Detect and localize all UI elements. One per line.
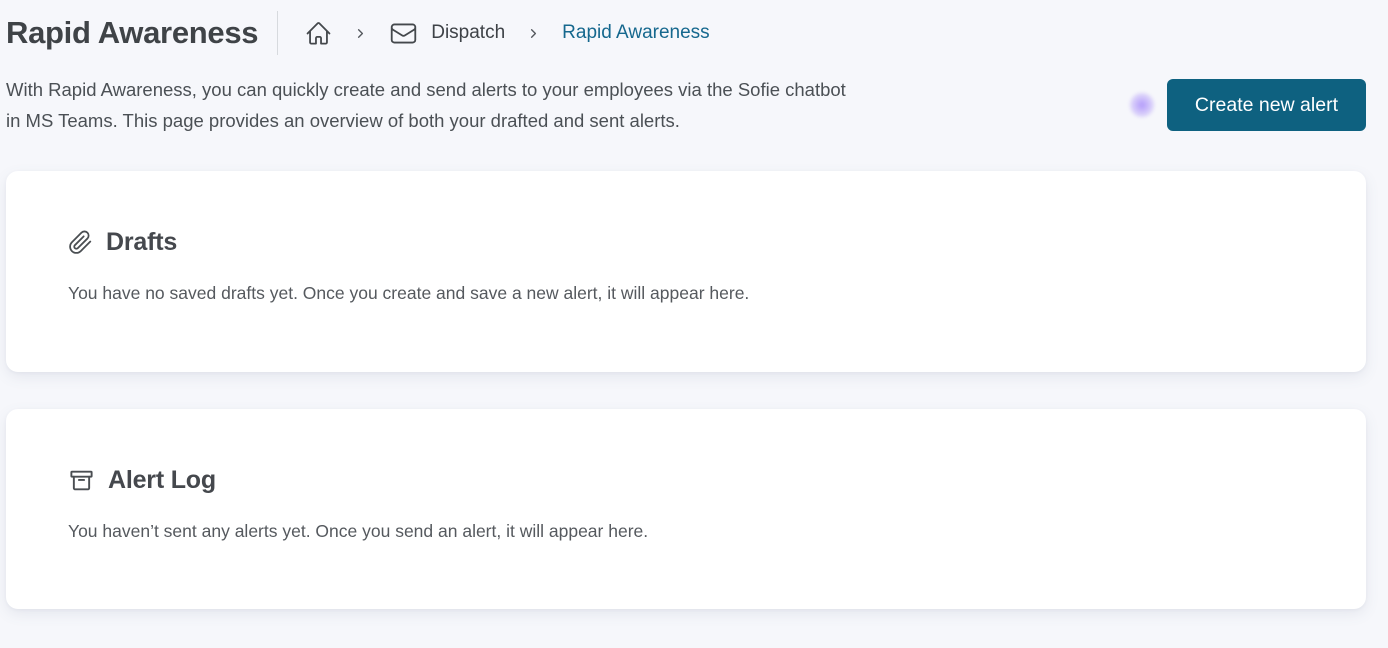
intro-actions: Create new alert xyxy=(1128,79,1366,131)
drafts-card-title: Drafts xyxy=(106,228,178,256)
page-title: Rapid Awareness xyxy=(6,15,259,50)
drafts-empty-state-text: You have no saved drafts yet. Once you c… xyxy=(68,283,750,303)
chevron-right-icon xyxy=(353,26,368,41)
alert-log-card-title: Alert Log xyxy=(108,466,216,494)
breadcrumb-item-current[interactable]: Rapid Awareness xyxy=(562,22,710,44)
page-header: Rapid Awareness Dispatch Rapid Awareness xyxy=(0,0,1388,58)
intro-section: With Rapid Awareness, you can quickly cr… xyxy=(0,74,1388,136)
breadcrumb-item-home[interactable] xyxy=(305,20,332,47)
drafts-card-header: Drafts xyxy=(68,228,1326,257)
breadcrumb-label-dispatch: Dispatch xyxy=(431,22,506,43)
cursor-highlight-dot xyxy=(1128,92,1155,118)
drafts-card: Drafts You have no saved drafts yet. Onc… xyxy=(6,171,1366,372)
breadcrumb-label-current: Rapid Awareness xyxy=(562,22,710,43)
alert-log-empty-state-text: You haven’t sent any alerts yet. Once yo… xyxy=(68,521,649,541)
chevron-right-icon xyxy=(526,26,541,41)
alert-log-card: Alert Log You haven’t sent any alerts ye… xyxy=(6,409,1366,609)
alert-log-card-header: Alert Log xyxy=(68,466,1326,495)
page-description: With Rapid Awareness, you can quickly cr… xyxy=(6,79,846,131)
home-icon xyxy=(305,20,332,47)
create-new-alert-button[interactable]: Create new alert xyxy=(1166,79,1366,131)
breadcrumb: Dispatch Rapid Awareness xyxy=(277,11,710,55)
mail-icon xyxy=(389,19,418,48)
breadcrumb-item-dispatch[interactable]: Dispatch xyxy=(389,19,505,48)
paperclip-icon xyxy=(68,230,93,255)
archive-box-icon xyxy=(68,467,95,494)
